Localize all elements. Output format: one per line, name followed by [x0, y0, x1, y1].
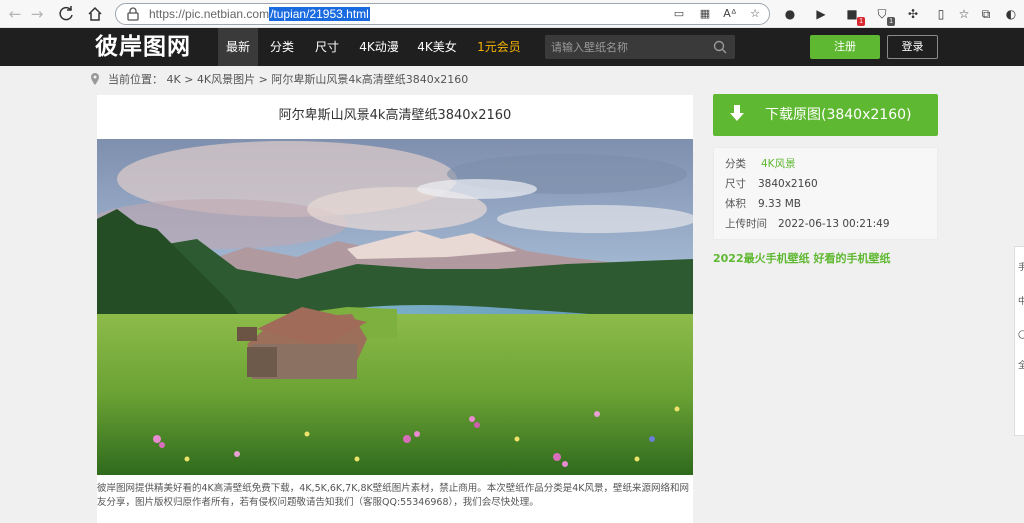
apps-grid-icon[interactable]: ▦	[697, 6, 713, 22]
extension-badge: 1	[857, 17, 865, 26]
url-host: https://pic.netbian.com	[149, 7, 270, 21]
breadcrumb: 当前位置： 4K > 4K风景图片 > 阿尔卑斯山风景4k高清壁纸3840x21…	[90, 72, 468, 88]
download-label: 下载原图(3840x2160)	[765, 107, 912, 123]
puzzle-extensions-icon[interactable]: ✣	[904, 5, 922, 23]
cookie-extension-icon[interactable]: ●	[781, 5, 799, 23]
location-pin-icon	[91, 73, 99, 85]
nav-vip[interactable]: 1元会员	[472, 28, 526, 66]
register-button[interactable]: 注册	[810, 35, 880, 59]
read-aloud-icon[interactable]: Aᐞ	[722, 6, 738, 22]
wallpaper-image[interactable]	[97, 139, 693, 475]
extension-red-icon[interactable]: ■ 1	[843, 5, 865, 26]
collections-icon[interactable]: ⧉	[977, 5, 995, 23]
wallpaper-info: 分类 4K风景 尺寸 3840x2160 体积 9.33 MB 上传时间 2022-06…	[713, 147, 938, 240]
login-button[interactable]: 登录	[887, 35, 938, 59]
nav-latest[interactable]: 最新	[218, 28, 258, 66]
refresh-icon[interactable]	[56, 4, 76, 24]
home-icon[interactable]	[85, 4, 105, 24]
info-size: 尺寸 3840x2160	[725, 178, 818, 190]
reader-mode-icon[interactable]: ▭	[671, 6, 687, 22]
favorite-star-icon[interactable]: ☆	[747, 6, 763, 22]
promo-link[interactable]: 2022最火手机壁纸 好看的手机壁纸	[713, 251, 890, 267]
profile-icon[interactable]: ◐	[1002, 5, 1020, 23]
search-input[interactable]	[545, 35, 705, 59]
breadcrumb-text: 当前位置： 4K > 4K风景图片 > 阿尔卑斯山风景4k高清壁纸3840x21…	[108, 73, 469, 86]
back-icon[interactable]: ←	[5, 4, 25, 24]
page-title: 阿尔卑斯山风景4k高清壁纸3840x2160	[278, 108, 512, 123]
address-bar[interactable]: https://pic.netbian.com/tupian/21953.htm…	[115, 3, 770, 25]
forward-icon[interactable]: →	[27, 4, 47, 24]
download-arrow-icon	[730, 105, 744, 121]
site-header: 彼岸图网 最新 分类 尺寸 4K动漫 4K美女 1元会员 注册 登录	[0, 28, 1024, 66]
search-icon[interactable]	[713, 40, 727, 54]
wallpaper-description: 彼岸图网提供精美好看的4K高清壁纸免费下载，4K,5K,6K,7K,8K壁纸图片…	[97, 483, 689, 508]
lock-icon	[127, 7, 139, 21]
wallpaper-card: 阿尔卑斯山风景4k高清壁纸3840x2160 彼岸图网提供精美好看的4K高清壁纸…	[97, 95, 693, 523]
floating-side-panel[interactable]: 手 中 〇 全	[1014, 246, 1024, 436]
category-link[interactable]: 4K风景	[761, 155, 796, 173]
nav-4k-beauty[interactable]: 4K美女	[414, 28, 460, 66]
download-button[interactable]: 下载原图(3840x2160)	[713, 94, 938, 136]
info-uploaded: 上传时间 2022-06-13 00:21:49	[725, 218, 890, 230]
extension-badge: 1	[887, 17, 895, 26]
favorites-icon[interactable]: ☆	[955, 5, 973, 23]
split-screen-icon[interactable]: ▯	[932, 5, 950, 23]
browser-toolbar: ← → https://pic.netbian.com/tupian/21953…	[0, 0, 1024, 28]
nav-4k-anime[interactable]: 4K动漫	[356, 28, 402, 66]
url-path-selected: /tupian/21953.html	[269, 7, 370, 21]
nav-size[interactable]: 尺寸	[310, 28, 344, 66]
info-category: 分类 4K风景	[725, 155, 796, 173]
url-text[interactable]: https://pic.netbian.com/tupian/21953.htm…	[149, 7, 370, 22]
content-area: 当前位置： 4K > 4K风景图片 > 阿尔卑斯山风景4k高清壁纸3840x21…	[0, 66, 1024, 523]
shield-extension-icon[interactable]: ⛉ 1	[873, 5, 895, 26]
play-icon[interactable]: ▶	[812, 5, 830, 23]
info-volume: 体积 9.33 MB	[725, 198, 801, 210]
site-search	[545, 35, 735, 59]
site-logo[interactable]: 彼岸图网	[95, 33, 191, 61]
nav-category[interactable]: 分类	[265, 28, 299, 66]
